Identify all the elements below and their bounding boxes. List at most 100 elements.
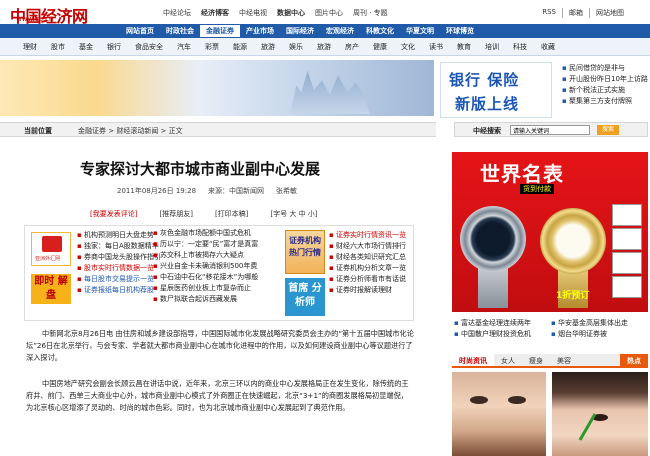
tab-hot[interactable]: 热点 [620,354,648,366]
topnav-item[interactable]: 中经论坛 [158,8,196,18]
chief-analyst-ad[interactable]: 首席 分析师 [285,278,325,316]
bank-insurance-ad[interactable]: 银行 保险 新版上线 [440,62,552,118]
list-item[interactable]: 数尸拟联合起诉西藏发展 [153,294,258,305]
topnav-item[interactable]: 周刊 · 专题 [348,8,393,18]
fashion-photo[interactable] [452,372,546,456]
watch-ad-promo: 1折预订 [556,291,590,301]
subnav-item[interactable]: 健康 [366,42,394,52]
ad-line2: 新版上线 [455,95,520,113]
list-item[interactable]: 证券机构分析文章一览 [329,263,406,274]
beauty-photo[interactable] [552,372,648,456]
subnav-item[interactable]: 读书 [422,42,450,52]
nav-item[interactable]: 科教文化 [360,25,400,37]
nav-item[interactable]: 国际经济 [280,25,320,37]
search-label: 中经搜索 [473,127,501,135]
nav-item[interactable]: 华夏文明 [400,25,440,37]
list-item[interactable]: 民间借贷的是非与 [562,63,648,74]
comment-link[interactable]: [我要发表评论] [90,209,137,219]
list-item[interactable]: 每日股市交易提示一览 [77,274,161,285]
list-item[interactable]: 历以宁：一定要“民”富才是真富 [153,239,258,250]
list-item[interactable]: 证券分析师看市有话说 [329,274,406,285]
nav-item[interactable]: 产业市场 [240,25,280,37]
subnav-item[interactable]: 培训 [478,42,506,52]
subnav-item[interactable]: 文化 [394,42,422,52]
nav-item[interactable]: 宏观经济 [320,25,360,37]
subnav-item[interactable]: 旅游 [310,42,338,52]
list-item[interactable]: 开山股份昨日10年上访路 [562,74,648,85]
list-item[interactable]: 股市实时行情数据一览 [77,263,161,274]
rss-link[interactable]: RSS [536,8,562,18]
list-item[interactable]: 证券实时行情资讯一览 [329,230,406,241]
recommend-link[interactable]: [推荐朋友] [159,209,192,219]
nav-item[interactable]: 时政社会 [160,25,200,37]
breadcrumb-path[interactable]: 金融证券 > 财经滚动新闻 > 正文 [78,126,183,136]
nav-item[interactable]: 金融证券 [200,25,240,37]
ad-list-3: 证券实时行情资讯一览 财经六大市场行情排行 财经各类知识研究汇总 证券机构分析文… [329,230,406,296]
watch-ad-tag: 货到付款 [520,184,554,194]
list-item[interactable]: 券商中国龙头股操作指引 [77,252,161,263]
list-item[interactable]: 财经六大市场行情排行 [329,241,406,252]
subnav-item[interactable]: 科技 [506,42,534,52]
tab-slim[interactable]: 瘦身 [522,354,550,366]
top-banner-ad[interactable] [0,60,434,116]
list-item[interactable]: 星辰医药创业板上市复杂而止 [153,283,258,294]
list-item[interactable]: 财经各类知识研究汇总 [329,252,406,263]
nav-item[interactable]: 环球博览 [440,25,480,37]
right-link[interactable]: 中国散户理财投资危机 [454,329,551,340]
print-link[interactable]: [打印本稿] [215,209,248,219]
subnav-item[interactable]: 股市 [44,42,72,52]
watch-thumb[interactable] [612,252,642,274]
list-item[interactable]: 苏交科上市被揭存六大疑点 [153,250,258,261]
securities-ad[interactable]: 证券机构 热门行情 [285,230,325,274]
subnav-item[interactable]: 银行 [100,42,128,52]
sitemap-link[interactable]: 网站地图 [589,8,630,18]
search-bar: 中经搜索 搜索 [454,122,648,137]
topnav-item[interactable]: 图片中心 [310,8,348,18]
skyline-image [290,70,370,114]
subnav-item[interactable]: 彩票 [198,42,226,52]
nav-item[interactable]: 网站首页 [120,25,160,37]
list-item[interactable]: 证券报纸每日机构荐股 [77,285,161,296]
tab-women[interactable]: 女人 [494,354,522,366]
subnav-item[interactable]: 旅游 [254,42,282,52]
list-item[interactable]: 灰色金融市场配额中国式危机 [153,228,258,239]
topnav-item[interactable]: 数据中心 [272,8,310,18]
right-link[interactable]: 华安基金高层集体出走 [551,318,648,329]
subnav-item[interactable]: 能源 [226,42,254,52]
watch-thumb[interactable] [612,276,642,298]
subnav-item[interactable]: 理财 [16,42,44,52]
right-link[interactable]: 烟台华明证券被 [551,329,648,340]
topnav-item[interactable]: 经济博客 [196,8,234,18]
tab-fashion[interactable]: 时尚资讯 [452,354,494,366]
instant-analysis-logo[interactable]: 即时 解盘 [31,274,71,304]
watch-thumb[interactable] [612,204,642,226]
list-item[interactable]: 独家：每日A股数据精华 [77,241,161,252]
subnav-item[interactable]: 收藏 [534,42,562,52]
list-item[interactable]: 新个税法正式实施 [562,85,648,96]
subnav-item[interactable]: 食品安全 [128,42,170,52]
list-item[interactable]: 聚集第三方支付牌照 [562,96,648,107]
topnav-item[interactable]: 中经电视 [234,8,272,18]
list-item[interactable]: 机构预测明日大盘走势 [77,230,161,241]
search-input[interactable] [510,125,590,135]
subnav-item[interactable]: 娱乐 [282,42,310,52]
tab-beauty[interactable]: 美容 [550,354,578,366]
subnav-item[interactable]: 汽车 [170,42,198,52]
right-link[interactable]: 富达基金经理连续两年 [454,318,551,329]
subnav-item[interactable]: 教育 [450,42,478,52]
font-size-link[interactable]: [字号 大 中 小] [270,209,317,219]
list-item[interactable]: 证券时报解读理财 [329,285,406,296]
list-item[interactable]: 兴业自金卡未确消银利500年费 [153,261,258,272]
list-item[interactable]: 中石油中石化“移花接木”为哪般 [153,272,258,283]
subnav-item[interactable]: 基金 [72,42,100,52]
watch-ad[interactable]: 世界名表 货到付款 1折预订 [452,152,648,312]
sub-nav: 理财 股市 基金 银行 食品安全 汽车 彩票 能源 旅游 娱乐 旅游 房产 健康… [0,38,650,56]
forex-logo[interactable]: 亚洲外汇网 [31,232,71,266]
search-button[interactable]: 搜索 [597,125,619,135]
watch-thumb[interactable] [612,228,642,250]
mail-link[interactable]: 邮箱 [562,8,589,18]
subnav-item[interactable]: 房产 [338,42,366,52]
fashion-tabs: 时尚资讯 女人 瘦身 美容 热点 [452,354,648,368]
article-date: 2011年08月26日 19:28 [117,187,197,195]
article-author: 张希敏 [276,187,298,195]
